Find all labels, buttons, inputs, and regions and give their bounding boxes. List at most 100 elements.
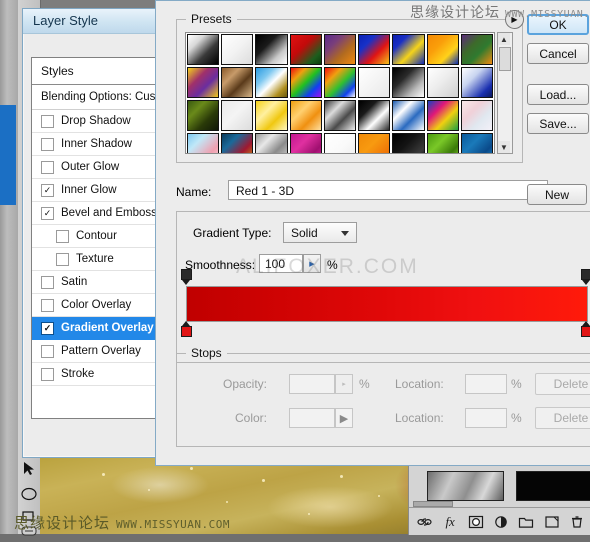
preset-swatch-18[interactable] bbox=[460, 67, 493, 98]
effect-checkbox[interactable] bbox=[41, 298, 54, 312]
effect-label: Bevel and Emboss bbox=[61, 207, 157, 219]
scrollbar-thumb[interactable] bbox=[499, 47, 511, 71]
effect-checkbox[interactable] bbox=[56, 252, 69, 266]
color-picker-arrow-icon[interactable]: ▶ bbox=[335, 408, 353, 428]
preset-swatch-11[interactable] bbox=[221, 67, 254, 98]
opacity-delete-button[interactable]: Delete bbox=[535, 373, 590, 395]
preset-swatch-16[interactable] bbox=[392, 67, 425, 98]
effect-checkbox[interactable] bbox=[41, 344, 54, 358]
preset-swatch-1[interactable] bbox=[187, 34, 220, 65]
load-button[interactable]: Load... bbox=[527, 84, 589, 105]
gradient-name-input[interactable]: Red 1 - 3D bbox=[228, 180, 548, 200]
layers-panel-toolbar[interactable]: fx bbox=[413, 511, 589, 533]
preset-swatch-12[interactable] bbox=[255, 67, 288, 98]
stop-swatch bbox=[581, 269, 590, 280]
effect-label: Inner Shadow bbox=[61, 138, 132, 150]
preset-swatch-29[interactable] bbox=[221, 133, 254, 153]
effect-checkbox[interactable] bbox=[41, 114, 54, 128]
preset-swatch-6[interactable] bbox=[358, 34, 391, 65]
preset-swatch-7[interactable] bbox=[392, 34, 425, 65]
preset-swatch-20[interactable] bbox=[221, 100, 254, 131]
preset-swatch-34[interactable] bbox=[392, 133, 425, 153]
preset-swatch-25[interactable] bbox=[392, 100, 425, 131]
scroll-up-icon[interactable]: ▲ bbox=[498, 33, 510, 45]
effect-label: Inner Glow bbox=[61, 184, 117, 196]
preset-swatch-33[interactable] bbox=[358, 133, 391, 153]
gradient-type-label: Gradient Type: bbox=[193, 226, 272, 240]
gradient-preview-bar[interactable] bbox=[186, 286, 588, 322]
preset-swatch-27[interactable] bbox=[460, 100, 493, 131]
save-button[interactable]: Save... bbox=[527, 113, 589, 134]
color-delete-button[interactable]: Delete bbox=[535, 407, 590, 429]
gradient-editor-buttons[interactable]: OK Cancel Load... Save... New bbox=[527, 14, 589, 213]
effect-checkbox[interactable] bbox=[41, 275, 54, 289]
stops-legend: Stops bbox=[186, 346, 227, 360]
opacity-stop-marker-2[interactable] bbox=[581, 269, 590, 285]
preset-swatch-13[interactable] bbox=[289, 67, 322, 98]
preset-swatch-22[interactable] bbox=[289, 100, 322, 131]
layer-thumbnail-2[interactable] bbox=[516, 471, 590, 501]
preset-swatch-26[interactable] bbox=[426, 100, 459, 131]
effect-checkbox[interactable] bbox=[41, 137, 54, 151]
preset-swatch-36[interactable] bbox=[460, 133, 493, 153]
effect-label: Drop Shadow bbox=[61, 115, 131, 127]
effect-checkbox[interactable]: ✓ bbox=[41, 206, 54, 220]
link-icon[interactable] bbox=[413, 512, 436, 532]
move-tool-icon[interactable] bbox=[20, 460, 38, 478]
effect-label: Gradient Overlay bbox=[61, 322, 154, 334]
presets-legend: Presets bbox=[186, 12, 237, 26]
layers-panel[interactable]: fx bbox=[408, 462, 590, 535]
effect-checkbox[interactable]: ✓ bbox=[41, 183, 54, 197]
opacity-location-input[interactable] bbox=[465, 374, 507, 394]
color-swatch-field[interactable] bbox=[289, 408, 335, 428]
cancel-button[interactable]: Cancel bbox=[527, 43, 589, 64]
preset-swatch-4[interactable] bbox=[289, 34, 322, 65]
preset-swatch-35[interactable] bbox=[426, 133, 459, 153]
color-stop-marker-1[interactable] bbox=[181, 321, 192, 337]
opacity-input[interactable] bbox=[289, 374, 335, 394]
preset-swatch-14[interactable] bbox=[323, 67, 357, 98]
preset-swatch-15[interactable] bbox=[358, 67, 391, 98]
opacity-stop-marker-1[interactable] bbox=[181, 269, 192, 285]
color-location-input[interactable] bbox=[465, 408, 507, 428]
preset-swatch-2[interactable] bbox=[221, 34, 254, 65]
preset-swatch-21[interactable] bbox=[255, 100, 288, 131]
effect-checkbox[interactable] bbox=[41, 160, 54, 174]
layer-mask-icon[interactable] bbox=[464, 512, 487, 532]
opacity-spinner-icon[interactable]: ▸ bbox=[335, 374, 353, 394]
gradient-type-select[interactable]: Solid bbox=[283, 222, 357, 243]
preset-swatch-30[interactable] bbox=[255, 133, 288, 153]
effect-checkbox[interactable]: ✓ bbox=[41, 321, 54, 335]
preset-swatch-24[interactable] bbox=[358, 100, 391, 131]
delete-layer-trash-icon[interactable] bbox=[566, 512, 589, 532]
presets-scrollbar[interactable]: ▲ ▼ bbox=[497, 32, 513, 154]
preset-swatch-31[interactable] bbox=[289, 133, 322, 153]
fx-icon[interactable]: fx bbox=[438, 512, 461, 532]
effect-checkbox[interactable] bbox=[56, 229, 69, 243]
effect-checkbox[interactable] bbox=[41, 367, 54, 381]
layer-thumbnail-1[interactable] bbox=[427, 471, 504, 501]
presets-grid[interactable] bbox=[186, 33, 494, 153]
new-layer-icon[interactable] bbox=[540, 512, 563, 532]
preset-swatch-23[interactable] bbox=[323, 100, 357, 131]
preset-swatch-5[interactable] bbox=[323, 34, 357, 65]
new-group-folder-icon[interactable] bbox=[515, 512, 538, 532]
adjustment-layer-icon[interactable] bbox=[489, 512, 512, 532]
preset-swatch-8[interactable] bbox=[426, 34, 459, 65]
scroll-down-icon[interactable]: ▼ bbox=[498, 141, 510, 153]
watermark-bottom: 思缘设计论坛 WWW.MISSYUAN.COM bbox=[14, 512, 230, 533]
preset-swatch-28[interactable] bbox=[187, 133, 220, 153]
photoshop-left-rail bbox=[0, 0, 19, 534]
presets-swatch-box[interactable] bbox=[185, 32, 495, 154]
new-button[interactable]: New bbox=[527, 184, 587, 205]
preset-swatch-10[interactable] bbox=[187, 67, 220, 98]
preset-swatch-32[interactable] bbox=[323, 133, 357, 153]
preset-swatch-19[interactable] bbox=[187, 100, 220, 131]
preset-swatch-17[interactable] bbox=[426, 67, 459, 98]
preset-swatch-9[interactable] bbox=[460, 34, 493, 65]
stop-swatch bbox=[581, 326, 590, 337]
ellipse-marquee-tool-icon[interactable] bbox=[20, 485, 38, 503]
gradient-editor-dialog[interactable]: Presets ▲ ▼ ▶ Name: Red 1 - 3D Gradient … bbox=[155, 0, 590, 466]
preset-swatch-3[interactable] bbox=[255, 34, 288, 65]
color-stop-marker-2[interactable] bbox=[581, 321, 590, 337]
